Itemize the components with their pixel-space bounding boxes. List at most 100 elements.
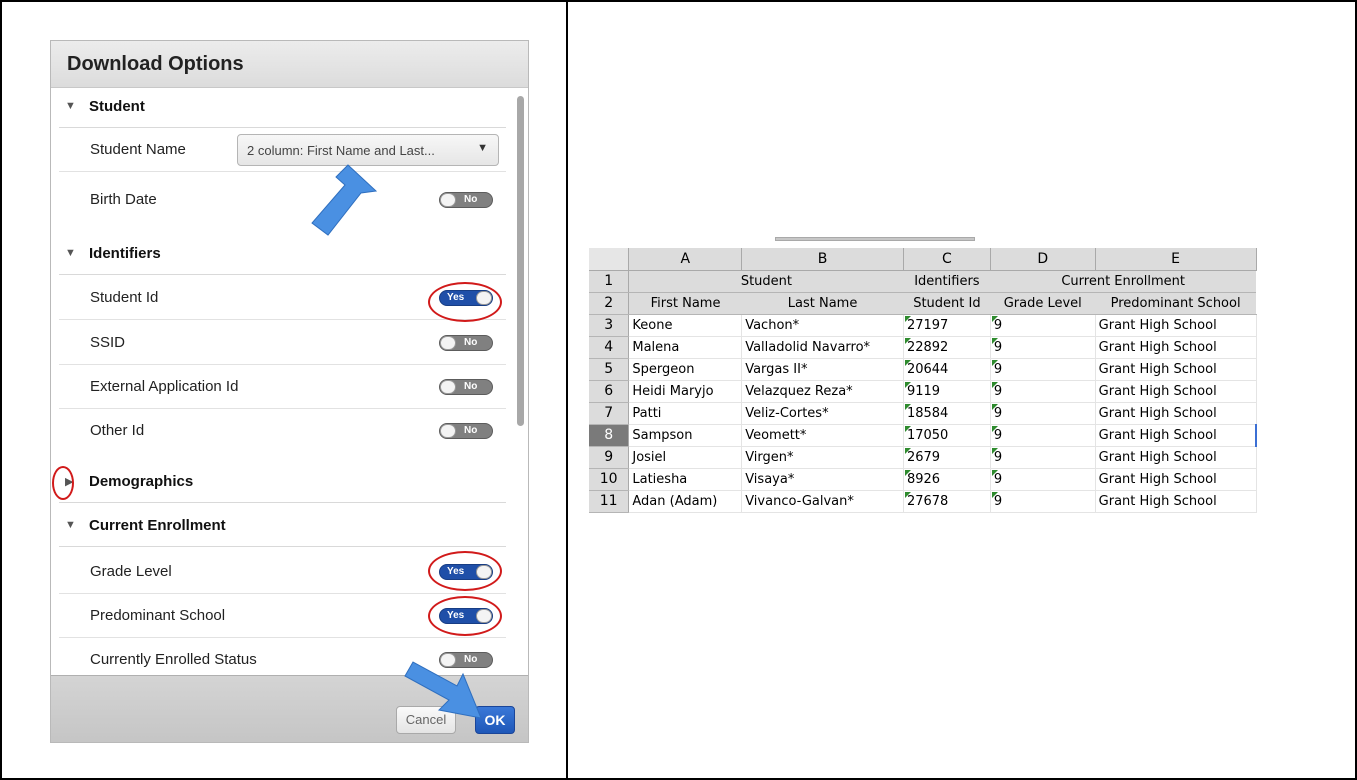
column-header-c[interactable]: C <box>903 248 991 271</box>
student-name-select-value: 2 column: First Name and Last... <box>247 143 435 158</box>
row-header[interactable]: 5 <box>589 358 630 381</box>
student-name-select[interactable]: 2 column: First Name and Last... ▼ <box>237 134 499 166</box>
table-cell[interactable]: Grant High School <box>1095 468 1257 491</box>
table-cell[interactable]: Velazquez Reza* <box>741 380 904 403</box>
row-header[interactable]: 1 <box>589 270 630 293</box>
sub-header[interactable]: Predominant School <box>1095 292 1256 315</box>
table-cell[interactable]: 9 <box>990 402 1096 425</box>
table-cell-selected[interactable]: Grant High School <box>1095 424 1257 447</box>
table-cell[interactable]: 27197 <box>903 314 991 337</box>
section-current-enrollment[interactable]: ▼ Current Enrollment <box>59 507 506 547</box>
select-all-corner[interactable] <box>589 248 630 271</box>
table-cell[interactable]: 9119 <box>903 380 991 403</box>
table-cell[interactable]: 9 <box>990 358 1096 381</box>
table-cell[interactable]: 9 <box>990 446 1096 469</box>
table-cell[interactable]: 9 <box>990 424 1096 447</box>
table-row: 11 Adan (Adam) Vivanco-Galvan* 27678 9 G… <box>589 490 1257 513</box>
sub-header[interactable]: First Name <box>628 292 742 315</box>
column-header-b[interactable]: B <box>741 248 904 271</box>
row-header[interactable]: 2 <box>589 292 630 315</box>
table-cell[interactable]: 9 <box>990 314 1096 337</box>
table-cell[interactable]: 20644 <box>903 358 991 381</box>
external-application-id-toggle[interactable]: No <box>439 379 493 395</box>
table-cell[interactable]: Spergeon <box>628 358 743 381</box>
section-identifiers-label: Identifiers <box>89 245 161 262</box>
table-cell[interactable]: 8926 <box>903 468 991 491</box>
table-cell[interactable]: Grant High School <box>1095 446 1257 469</box>
sub-header[interactable]: Last Name <box>741 292 904 315</box>
birth-date-toggle[interactable]: No <box>439 192 493 208</box>
group-header-student[interactable]: Student <box>628 270 904 293</box>
table-cell[interactable]: Virgen* <box>741 446 904 469</box>
table-cell[interactable]: 27678 <box>903 490 991 513</box>
other-id-toggle[interactable]: No <box>439 423 493 439</box>
column-header-e[interactable]: E <box>1095 248 1257 271</box>
table-cell[interactable]: Grant High School <box>1095 402 1257 425</box>
row-header[interactable]: 11 <box>589 490 630 513</box>
section-demographics-label: Demographics <box>89 473 194 490</box>
column-header-row: A B C D E <box>589 248 1257 271</box>
table-cell[interactable]: Josiel <box>628 446 743 469</box>
section-demographics[interactable]: ▶ Demographics <box>59 463 506 503</box>
table-cell[interactable]: Grant High School <box>1095 314 1257 337</box>
expanded-triangle-icon: ▼ <box>65 100 76 112</box>
table-cell[interactable]: Adan (Adam) <box>628 490 743 513</box>
annotation-circle <box>428 596 502 636</box>
dialog-title: Download Options <box>67 53 244 75</box>
ssid-toggle[interactable]: No <box>439 335 493 351</box>
table-cell[interactable]: Vargas II* <box>741 358 904 381</box>
table-cell[interactable]: Patti <box>628 402 743 425</box>
table-cell[interactable]: Veomett* <box>741 424 904 447</box>
row-header[interactable]: 7 <box>589 402 630 425</box>
table-cell[interactable]: Sampson <box>628 424 743 447</box>
table-cell[interactable]: 9 <box>990 336 1096 359</box>
sub-header[interactable]: Student Id <box>903 292 991 315</box>
table-cell[interactable]: Grant High School <box>1095 336 1257 359</box>
birth-date-label: Birth Date <box>90 191 157 208</box>
table-row: 2 First Name Last Name Student Id Grade … <box>589 292 1256 315</box>
table-cell[interactable]: 17050 <box>903 424 991 447</box>
section-identifiers[interactable]: ▼ Identifiers <box>59 235 506 275</box>
row-header[interactable]: 4 <box>589 336 630 359</box>
group-header-current-enrollment[interactable]: Current Enrollment <box>990 270 1256 293</box>
table-cell[interactable]: 9 <box>990 490 1096 513</box>
row-header[interactable]: 9 <box>589 446 630 469</box>
table-cell[interactable]: Vachon* <box>741 314 904 337</box>
toggle-no-label: No <box>464 381 478 392</box>
table-cell[interactable]: Keone <box>628 314 743 337</box>
row-header[interactable]: 3 <box>589 314 630 337</box>
panel-divider <box>566 0 568 780</box>
table-cell[interactable]: Heidi Maryjo <box>628 380 743 403</box>
section-current-enrollment-label: Current Enrollment <box>89 517 226 534</box>
table-cell[interactable]: Latiesha <box>628 468 743 491</box>
sub-header[interactable]: Grade Level <box>990 292 1096 315</box>
toolbar-stub <box>775 237 975 241</box>
row-header-selected[interactable]: 8 <box>589 424 630 447</box>
table-cell[interactable]: Grant High School <box>1095 358 1257 381</box>
table-cell[interactable]: Grant High School <box>1095 490 1257 513</box>
group-header-identifiers[interactable]: Identifiers <box>903 270 991 293</box>
table-cell[interactable]: 22892 <box>903 336 991 359</box>
grade-level-label: Grade Level <box>90 563 172 580</box>
table-cell[interactable]: 2679 <box>903 446 991 469</box>
table-cell[interactable]: Malena <box>628 336 743 359</box>
table-cell[interactable]: 18584 <box>903 402 991 425</box>
download-options-dialog: Download Options ▼ Student Student Name … <box>50 40 529 743</box>
row-header[interactable]: 6 <box>589 380 630 403</box>
row-other-id: Other Id No <box>59 409 506 453</box>
scrollbar-thumb[interactable] <box>517 96 524 426</box>
table-cell[interactable]: 9 <box>990 468 1096 491</box>
table-cell[interactable]: Vivanco-Galvan* <box>741 490 904 513</box>
table-cell[interactable]: Valladolid Navarro* <box>741 336 904 359</box>
section-student[interactable]: ▼ Student <box>59 88 506 128</box>
currently-enrolled-status-label: Currently Enrolled Status <box>90 651 257 668</box>
row-external-application-id: External Application Id No <box>59 365 506 409</box>
table-cell[interactable]: Visaya* <box>741 468 904 491</box>
column-header-d[interactable]: D <box>990 248 1096 271</box>
table-cell[interactable]: Veliz-Cortes* <box>741 402 904 425</box>
other-id-label: Other Id <box>90 422 145 439</box>
row-header[interactable]: 10 <box>589 468 630 491</box>
table-cell[interactable]: Grant High School <box>1095 380 1257 403</box>
column-header-a[interactable]: A <box>628 248 743 271</box>
table-cell[interactable]: 9 <box>990 380 1096 403</box>
